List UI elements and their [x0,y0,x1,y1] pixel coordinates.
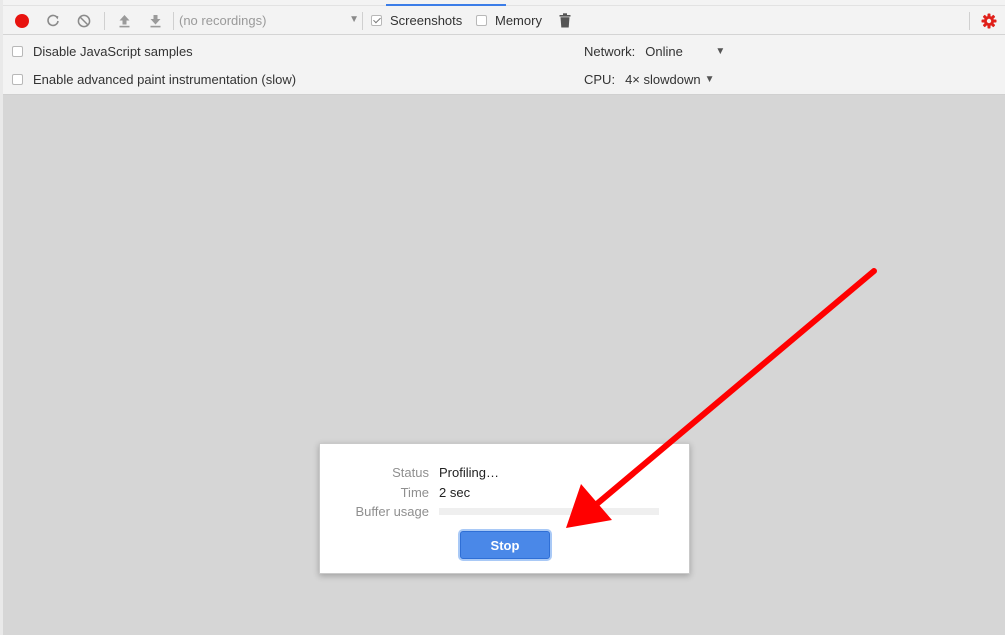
memory-label: Memory [495,13,542,28]
reload-icon [47,14,59,26]
save-profile-button[interactable] [145,6,165,35]
collect-garbage-button[interactable] [555,6,575,35]
advanced-paint-label: Enable advanced paint instrumentation (s… [33,71,297,87]
network-select[interactable]: Online ▼ [645,44,725,59]
status-value: Profiling… [439,464,499,480]
clear-icon [77,14,91,27]
clear-button[interactable] [74,6,94,35]
chevron-down-icon: ▼ [349,14,359,25]
trash-icon [559,13,571,28]
network-value: Online [645,43,683,59]
cpu-value: 4× slowdown [625,71,701,87]
memory-checkbox[interactable]: Memory [476,6,542,35]
recordings-placeholder: (no recordings) [179,13,267,28]
cpu-select[interactable]: 4× slowdown ▼ [625,72,714,87]
buffer-usage-label: Buffer usage [355,503,429,519]
toolbar-divider [173,12,174,30]
status-row: Status Profiling… [320,462,691,482]
load-profile-button[interactable] [114,6,134,35]
toolbar-divider [969,12,970,30]
toolbar-divider [104,12,105,30]
disable-js-samples-setting[interactable]: Disable JavaScript samples [12,37,193,65]
record-button[interactable] [12,6,32,35]
gear-icon [981,13,997,28]
network-throttling: Network: Online ▼ [584,37,725,65]
upload-icon [119,14,129,27]
screenshots-checkbox[interactable]: Screenshots [371,6,462,35]
toolbar-divider [362,12,363,30]
download-icon [150,14,160,27]
chevron-down-icon: ▼ [715,45,726,57]
profiling-status-dialog: Status Profiling… Time 2 sec Buffer usag… [319,443,690,574]
capture-settings-button[interactable] [978,6,1000,35]
network-label: Network: [584,43,636,59]
time-value: 2 sec [439,484,471,500]
left-frame-edge [0,0,3,635]
disable-js-samples-label: Disable JavaScript samples [33,43,193,59]
buffer-usage-bar [439,507,659,515]
buffer-row: Buffer usage [320,501,691,521]
screenshots-label: Screenshots [390,13,463,28]
reload-record-button[interactable] [43,6,63,35]
memory-checkbox-box[interactable] [476,15,487,26]
advanced-paint-checkbox[interactable] [12,73,23,85]
screenshots-checkbox-box[interactable] [371,15,382,26]
status-label: Status [392,464,429,480]
cpu-label: CPU: [584,71,616,87]
stop-button[interactable]: Stop [460,531,550,559]
disable-js-samples-checkbox[interactable] [12,45,23,57]
performance-toolbar: (no recordings) ▼ Screenshots Memory [3,6,1005,35]
advanced-paint-setting[interactable]: Enable advanced paint instrumentation (s… [12,65,296,93]
capture-settings-panel: Disable JavaScript samples Enable advanc… [3,35,1005,95]
recordings-select[interactable]: (no recordings) ▼ [179,6,359,35]
chevron-down-icon: ▼ [704,73,715,85]
time-row: Time 2 sec [320,482,691,502]
time-label: Time [400,484,429,500]
cpu-throttling: CPU: 4× slowdown ▼ [584,65,715,93]
record-icon [15,13,29,28]
